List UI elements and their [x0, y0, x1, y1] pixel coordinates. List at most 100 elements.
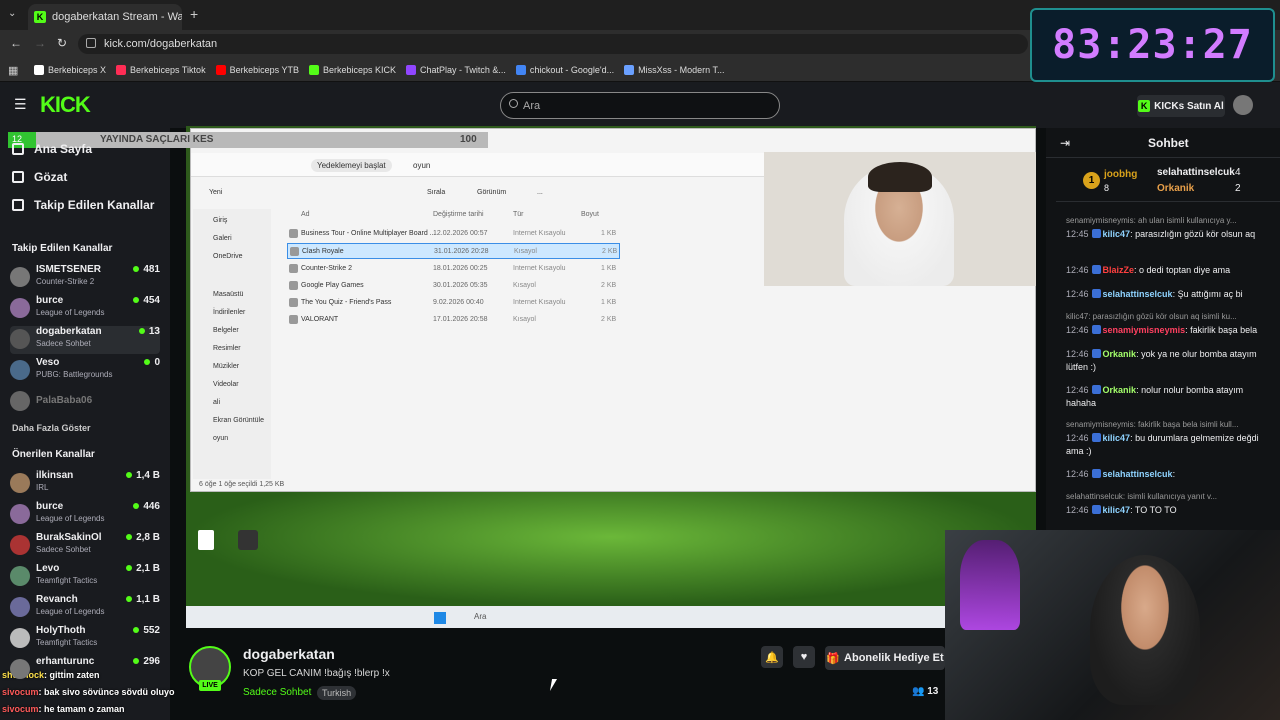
channel-avatar — [10, 360, 30, 380]
user-avatar[interactable] — [1233, 95, 1253, 115]
new-tab-icon[interactable]: + — [190, 6, 198, 22]
bookmark-item[interactable]: ChatPlay - Twitch &... — [406, 64, 506, 75]
address-bar[interactable]: kick.com/dogaberkatan — [78, 34, 1028, 54]
chat-timestamp: 12:46 — [1066, 349, 1089, 359]
explorer-nav-item[interactable]: Ekran Görüntüle — [213, 417, 264, 424]
overlay-chat-user: sivocum — [2, 687, 39, 697]
channel-viewers: 1,4 B — [126, 470, 160, 481]
file-row[interactable]: Counter-Strike 2 18.01.2026 00:25 Internet… — [287, 260, 620, 276]
bookmark-item[interactable]: Berkebiceps Tiktok — [116, 64, 206, 75]
bookmark-item[interactable]: Berkebiceps X — [34, 64, 106, 75]
explorer-nav-item[interactable]: Belgeler — [213, 327, 239, 334]
notification-bell-icon[interactable]: 🔔 — [761, 646, 783, 668]
channel-category: League of Legends — [36, 308, 105, 317]
chat-badge-icon — [1091, 265, 1101, 274]
sidebar-channel[interactable]: Veso PUBG: Battlegrounds 0 — [10, 357, 160, 385]
explorer-nav-item[interactable]: Müzikler — [213, 363, 239, 370]
chat-timestamp: 12:46 — [1066, 469, 1089, 479]
language-tag[interactable]: Turkish — [317, 686, 357, 700]
live-badge: LIVE — [199, 680, 221, 691]
sidebar-channel[interactable]: ilkinsan IRL 1,4 B — [10, 470, 160, 498]
leader-3-name[interactable]: Orkanik — [1157, 183, 1194, 194]
menu-icon[interactable]: ☰ — [14, 96, 27, 113]
streamer-name[interactable]: dogaberkatan — [243, 646, 335, 662]
bookmark-item[interactable]: Berkebiceps KICK — [308, 64, 396, 75]
back-icon[interactable]: ← — [10, 36, 22, 50]
channel-avatar — [10, 267, 30, 287]
chat-username[interactable]: BlaizZe — [1103, 265, 1135, 275]
video-player[interactable]: Yedeklemeyi başlat oyun 6 öğe 1 öğe seçi… — [186, 126, 1036, 628]
browse-icon — [12, 171, 24, 183]
sidebar-channel[interactable]: burce League of Legends 454 — [10, 295, 160, 323]
channel-name: burce — [36, 501, 64, 512]
sidebar-channel[interactable]: BurakSakinOl Sadece Sohbet 2,8 B — [10, 532, 160, 560]
nav-heart[interactable]: Takip Edilen Kanallar — [12, 198, 154, 212]
sidebar-channel[interactable]: Revanch League of Legends 1,1 B — [10, 594, 160, 622]
show-more-link[interactable]: Daha Fazla Göster — [12, 423, 91, 433]
collapse-chat-icon[interactable]: ⇥ — [1060, 136, 1070, 150]
explorer-nav-item[interactable]: oyun — [213, 435, 228, 442]
buy-kicks-button[interactable]: K KICKs Satın Al — [1137, 95, 1225, 117]
follow-heart-icon[interactable]: ♥ — [793, 646, 815, 668]
chat-username[interactable]: Orkanik — [1103, 385, 1137, 395]
search-input[interactable]: Ara — [500, 92, 780, 119]
gift-subscription-button[interactable]: 🎁 Abonelik Hediye Et — [825, 646, 945, 670]
chat-username[interactable]: selahattinselcuk — [1103, 289, 1173, 299]
explorer-nav-item[interactable]: OneDrive — [213, 253, 243, 260]
sidebar-channel[interactable]: dogaberkatan Sadece Sohbet 13 — [10, 326, 160, 354]
explorer-nav-item[interactable]: Giriş — [213, 217, 227, 224]
file-row[interactable]: Google Play Games 30.01.2026 05:35 Kısayol… — [287, 277, 620, 293]
chat-username[interactable]: selahattinselcuk — [1103, 469, 1173, 479]
site-info-icon[interactable] — [86, 38, 96, 48]
sidebar-channel[interactable]: erhanturunc 296 — [10, 656, 160, 684]
channel-name: BurakSakinOl — [36, 532, 102, 543]
explorer-nav-item[interactable]: Galeri — [213, 235, 232, 242]
tab-list-icon[interactable]: ⌄ — [8, 8, 16, 19]
chat-username[interactable]: Orkanik — [1103, 349, 1137, 359]
leader-2-name[interactable]: selahattinselcuk — [1157, 167, 1235, 178]
channel-avatar — [10, 473, 30, 493]
chat-username[interactable]: kilic47 — [1103, 229, 1131, 239]
chat-message: 12:46 selahattinselcuk: Şu attığımı aç bi — [1066, 288, 1272, 301]
bookmark-item[interactable]: Berkebiceps YTB — [215, 64, 299, 75]
search-placeholder: Ara — [523, 100, 541, 112]
channel-name: ISMETSENER — [36, 264, 102, 275]
file-row[interactable]: The You Quiz - Friend's Pass 9.02.2026 00… — [287, 294, 620, 310]
forward-icon[interactable]: → — [34, 36, 46, 50]
sidebar-channel[interactable]: burce League of Legends 446 — [10, 501, 160, 529]
bookmark-item[interactable]: MissXss - Modern T... — [624, 64, 725, 75]
stream-category[interactable]: Sadece Sohbet — [243, 687, 311, 698]
explorer-toolbar-item[interactable]: Görünüm — [477, 189, 506, 196]
leader-1-name[interactable]: joobhg — [1104, 169, 1137, 180]
nav-browse[interactable]: Gözat — [12, 170, 67, 184]
sidebar-channel[interactable]: PalaBaba06 — [10, 388, 160, 416]
explorer-toolbar-item[interactable]: ... — [537, 189, 543, 196]
bookmark-favicon-icon — [215, 64, 226, 75]
chat-username[interactable]: kilic47 — [1103, 505, 1131, 515]
file-row[interactable]: Clash Royale 31.01.2026 20:28 Kısayol 2 KB — [287, 243, 620, 259]
file-row[interactable]: VALORANT 17.01.2026 20:58 Kısayol 2 KB — [287, 311, 620, 327]
sidebar-channel[interactable]: ISMETSENER Counter-Strike 2 481 — [10, 264, 160, 292]
sidebar-channel[interactable]: Levo Teamfight Tactics 2,1 B — [10, 563, 160, 591]
explorer-toolbar-item[interactable]: Sırala — [427, 189, 445, 196]
bookmark-item[interactable]: chickout - Google'd... — [515, 64, 614, 75]
explorer-nav-item[interactable]: Masaüstü — [213, 291, 243, 298]
explorer-nav-item[interactable]: Resimler — [213, 345, 241, 352]
explorer-toolbar-item[interactable]: Yeni — [209, 189, 222, 196]
chat-username[interactable]: kilic47 — [1103, 433, 1131, 443]
file-type: Internet Kısayolu — [513, 229, 566, 237]
nav-home[interactable]: Ana Sayfa — [12, 142, 92, 156]
apps-icon[interactable]: ▦ — [8, 64, 18, 77]
explorer-nav-item[interactable]: ali — [213, 399, 220, 406]
explorer-nav-item[interactable]: Videolar — [213, 381, 239, 388]
windows-start-icon — [434, 612, 446, 624]
kick-logo[interactable]: KICK — [40, 92, 91, 118]
chat-username[interactable]: senamiymisneymis — [1103, 325, 1186, 335]
browser-tab[interactable]: K dogaberkatan Stream - Wa ✕ — [28, 4, 182, 30]
explorer-nav-item[interactable]: İndirilenler — [213, 309, 245, 316]
reload-icon[interactable]: ↻ — [57, 36, 67, 50]
sidebar-channel[interactable]: HolyThoth Teamfight Tactics 552 — [10, 625, 160, 653]
file-row[interactable]: Business Tour - Online Multiplayer Board… — [287, 225, 620, 241]
channel-category: Counter-Strike 2 — [36, 277, 95, 286]
col-name: Ad — [301, 211, 310, 218]
